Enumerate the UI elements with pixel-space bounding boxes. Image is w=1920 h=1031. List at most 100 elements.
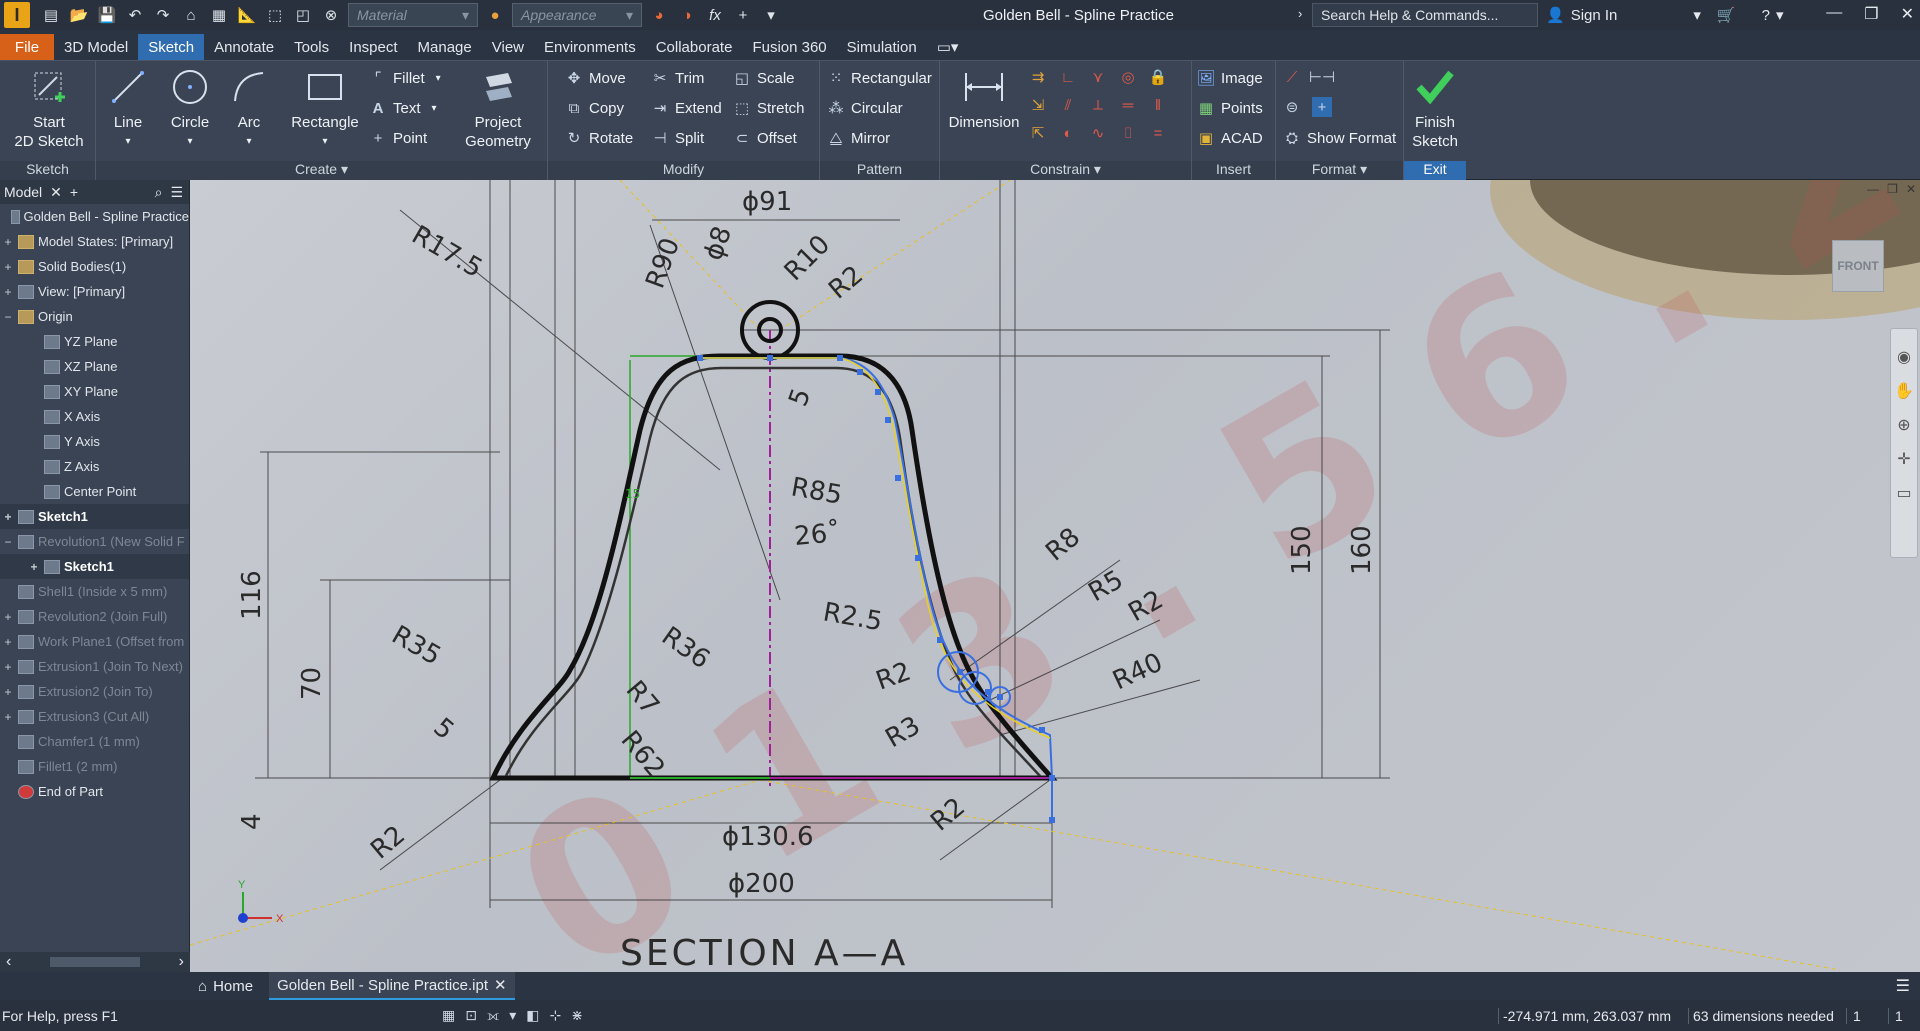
search-input[interactable]: Search Help & Commands... — [1312, 3, 1538, 27]
expand-toggle-icon[interactable]: + — [2, 710, 14, 724]
help-icon[interactable]: ? — [1762, 7, 1770, 24]
format-panel-label[interactable]: Format ▾ — [1276, 161, 1403, 181]
browser-item[interactable]: + Model States: [Primary] — [0, 229, 189, 254]
expand-toggle-icon[interactable]: + — [2, 610, 14, 624]
tab-sketch[interactable]: Sketch — [138, 34, 205, 60]
browser-item[interactable]: − Origin — [0, 304, 189, 329]
expand-toggle-icon[interactable]: + — [28, 560, 40, 574]
browser-item[interactable]: Z Axis — [0, 454, 189, 479]
constraint-settings-icon[interactable]: ⇱ — [1028, 123, 1048, 143]
dimension-label[interactable]: 15 — [625, 487, 640, 501]
restore-icon[interactable]: ❐ — [1864, 4, 1878, 24]
tab-manage[interactable]: Manage — [408, 34, 482, 60]
horizontal-icon[interactable]: ═ — [1118, 95, 1138, 115]
parallel-icon[interactable]: ⫽ — [1058, 95, 1078, 115]
close-icon[interactable]: ✕ — [494, 976, 507, 994]
dimension-button[interactable]: Dimension — [944, 65, 1024, 132]
expand-toggle-icon[interactable]: − — [2, 310, 14, 324]
tab-file[interactable]: File — [0, 34, 54, 60]
dof-icon[interactable]: ◧ — [526, 1007, 539, 1024]
tab-annotate[interactable]: Annotate — [204, 34, 284, 60]
copy-button[interactable]: ⧉ Copy — [564, 97, 624, 119]
scroll-thumb[interactable] — [50, 957, 140, 967]
construction-icon[interactable]: ⟋ — [1282, 67, 1302, 87]
browser-item[interactable]: XY Plane — [0, 379, 189, 404]
tab-inspect[interactable]: Inspect — [339, 34, 407, 60]
look-at-icon[interactable]: ▭ — [1891, 483, 1917, 503]
expand-toggle-icon[interactable]: + — [2, 260, 14, 274]
dimension-label[interactable]: ϕ91 — [742, 187, 792, 217]
sign-in-button[interactable]: 👤 Sign In ▾ 🛒 ? ▾ — [1546, 6, 1783, 25]
browser-scrollbar[interactable]: ‹ › — [0, 952, 190, 972]
trim-button[interactable]: ✂ Trim — [650, 67, 705, 89]
close-icon[interactable]: ✕ — [1901, 4, 1914, 24]
dimension-label[interactable]: 160 — [1347, 525, 1377, 575]
spline-point[interactable] — [697, 355, 703, 361]
zoom-icon[interactable]: ⊕ — [1891, 415, 1917, 435]
select-icon[interactable]: ⬚ — [264, 4, 286, 26]
acad-button[interactable]: ▣ ACAD — [1196, 127, 1263, 149]
dimension-label[interactable]: 116 — [237, 570, 267, 620]
tab-environments[interactable]: Environments — [534, 34, 646, 60]
dimension-label[interactable]: 5 — [428, 712, 460, 746]
auto-dimension-icon[interactable]: ⇉ — [1028, 67, 1048, 87]
plus-icon[interactable]: + — [732, 4, 754, 26]
grid-snap-icon[interactable]: ▦ — [442, 1007, 455, 1024]
browser-item[interactable]: Chamfer1 (1 mm) — [0, 729, 189, 754]
browser-item[interactable]: YZ Plane — [0, 329, 189, 354]
close-icon[interactable]: ✕ — [1906, 182, 1916, 196]
browser-item[interactable]: − Revolution1 (New Solid F — [0, 529, 189, 554]
undo-icon[interactable]: ↶ — [124, 4, 146, 26]
show-constraints-icon[interactable]: ⇲ — [1028, 95, 1048, 115]
appearance-dropdown[interactable]: Appearance ▾ — [512, 3, 642, 27]
cart-icon[interactable]: 🛒 — [1717, 6, 1736, 24]
graphics-canvas[interactable]: 0 1 3 . 5 6 . 2 7 6 — [190, 180, 1920, 972]
spline-point[interactable] — [857, 369, 863, 375]
chevron-right-icon[interactable]: › — [1298, 6, 1302, 21]
properties-icon[interactable]: ▦ — [208, 4, 230, 26]
symmetric-icon[interactable]: ⌷ — [1118, 123, 1138, 143]
spline-point[interactable] — [875, 389, 881, 395]
center-point-icon[interactable]: + — [1312, 97, 1332, 117]
dimension-label[interactable]: 150 — [1287, 525, 1317, 575]
scale-button[interactable]: ◱ Scale — [732, 67, 795, 89]
chevron-left-icon[interactable]: ‹ — [6, 953, 11, 971]
browser-item[interactable]: + Sketch1 — [0, 554, 189, 579]
customize-chevron-icon[interactable]: ▾ — [760, 4, 782, 26]
spline-point[interactable] — [1039, 727, 1045, 733]
constraint-inference-icon[interactable]: ⊡ — [465, 1007, 477, 1024]
spline-point[interactable] — [1049, 775, 1055, 781]
dimension-label[interactable]: R2 — [823, 260, 869, 305]
spline-point[interactable] — [1049, 817, 1055, 823]
browser-item[interactable]: + Sketch1 — [0, 504, 189, 529]
browser-item[interactable]: X Axis — [0, 404, 189, 429]
save-icon[interactable]: 💾 — [96, 4, 118, 26]
spline-point[interactable] — [837, 355, 843, 361]
steering-wheel-icon[interactable]: ◉ — [1891, 347, 1917, 367]
rectangular-pattern-button[interactable]: ⁙ Rectangular — [826, 67, 932, 89]
collinear-icon[interactable]: ⋎ — [1088, 67, 1108, 87]
browser-item[interactable]: + Extrusion3 (Cut All) — [0, 704, 189, 729]
dimension-label[interactable]: ϕ8 — [698, 222, 738, 264]
show-constraints-icon[interactable]: ⊹ — [549, 1007, 561, 1024]
tab-view[interactable]: View — [482, 34, 534, 60]
minimize-icon[interactable]: — — [1867, 182, 1879, 196]
redo-icon[interactable]: ↷ — [152, 4, 174, 26]
browser-item[interactable]: + Extrusion2 (Join To) — [0, 679, 189, 704]
move-button[interactable]: ✥ Move — [564, 67, 626, 89]
close-icon[interactable]: ✕ — [50, 184, 62, 201]
bell-drawing[interactable]: 0 1 3 . 5 6 . 2 7 6 — [190, 180, 1920, 972]
stretch-button[interactable]: ⬚ Stretch — [732, 97, 805, 119]
tab-menu-icon[interactable]: ☰ — [1896, 976, 1910, 996]
orbit-icon[interactable]: ✛ — [1891, 449, 1917, 469]
browser-item[interactable]: Golden Bell - Spline Practice — [0, 204, 189, 229]
dimension-label[interactable]: ϕ130.6 — [722, 822, 814, 852]
spline-point[interactable] — [915, 555, 921, 561]
spline-point[interactable] — [895, 475, 901, 481]
equal-icon[interactable]: = — [1148, 123, 1168, 143]
start-2d-sketch-button[interactable]: Start 2D Sketch — [6, 65, 92, 151]
browser-item[interactable]: Center Point — [0, 479, 189, 504]
show-format-button[interactable]: ⛭ Show Format — [1282, 127, 1396, 149]
clear-appearance-icon[interactable]: ◕ — [648, 4, 670, 26]
tab-fusion-360[interactable]: Fusion 360 — [742, 34, 836, 60]
